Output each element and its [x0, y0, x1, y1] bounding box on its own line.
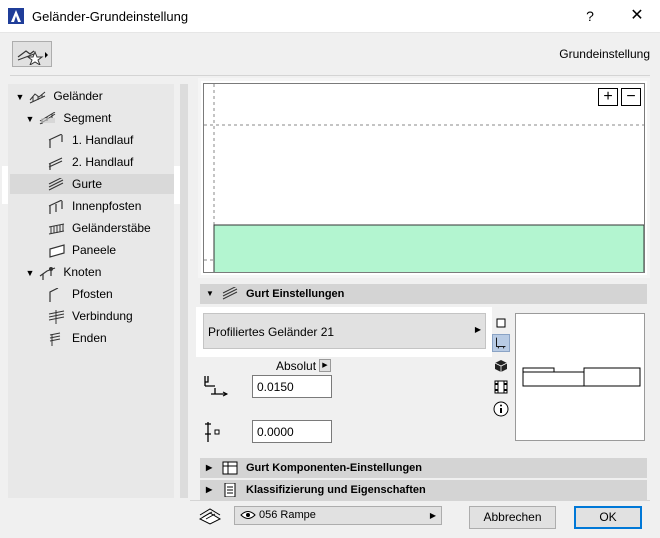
cancel-button[interactable]: Abbrechen — [469, 506, 556, 529]
window-title: Geländer-Grundeinstellung — [32, 9, 189, 24]
tree-item-gurte[interactable]: Gurte — [10, 174, 174, 194]
rail-icon — [222, 287, 238, 300]
preview-canvas[interactable]: + − — [203, 83, 645, 273]
archicad-app-icon — [8, 8, 24, 24]
title-bar: Geländer-Grundeinstellung ? ✕ — [0, 0, 660, 33]
tree-item-enden[interactable]: Enden — [48, 328, 107, 348]
tree-item-paneele[interactable]: Paneele — [48, 240, 116, 260]
collapse-icon[interactable]: ▼ — [24, 263, 36, 283]
collapse-icon[interactable]: ▼ — [14, 87, 26, 107]
tree-item-pfosten[interactable]: Pfosten — [48, 284, 113, 304]
absolut-label: Absolut — [276, 359, 317, 373]
section-gurt-komponenten[interactable]: ▶ Gurt Komponenten-Einstellungen — [200, 458, 647, 478]
view-3d-icon[interactable] — [492, 357, 510, 375]
favorites-star-icon — [17, 50, 48, 65]
tree-item-knoten[interactable]: ▼ Knoten — [24, 262, 101, 282]
node-icon — [39, 266, 56, 280]
connection-icon — [48, 309, 65, 324]
footer-separator — [190, 500, 650, 501]
close-button[interactable]: ✕ — [622, 4, 652, 28]
handrail-icon — [48, 157, 63, 170]
header-separator — [10, 75, 650, 76]
collapse-icon: ▼ — [206, 289, 214, 298]
offset-input[interactable]: 0.0150 — [252, 375, 332, 398]
ends-icon — [49, 332, 61, 346]
profile-shape-drawing — [522, 367, 641, 387]
tree-item-innenpfosten[interactable]: Innenpfosten — [48, 196, 141, 216]
railing-icon — [29, 91, 46, 104]
layer-icon — [198, 508, 222, 525]
height-input[interactable]: 0.0000 — [252, 420, 332, 443]
absolut-menu-button[interactable]: ▶ — [319, 359, 331, 372]
view-square-icon[interactable] — [492, 314, 510, 332]
offset-dimension-icon — [204, 376, 229, 397]
inner-post-icon — [48, 199, 63, 214]
components-icon — [222, 461, 238, 475]
tree-item-segment[interactable]: ▼ Segment — [24, 108, 112, 129]
post-icon — [49, 287, 59, 302]
zoom-out-button[interactable]: − — [621, 88, 641, 106]
profile-thumbnail — [515, 313, 645, 441]
eye-icon — [240, 511, 256, 519]
profile-selector[interactable]: Profiliertes Geländer 21 ▶ — [203, 313, 486, 349]
ok-button[interactable]: OK — [574, 506, 642, 529]
section-gurt-einstellungen[interactable]: ▼ Gurt Einstellungen — [200, 284, 647, 304]
layer-value: 056 Rampe — [259, 509, 316, 521]
rail-icon — [48, 177, 64, 191]
layer-dropdown[interactable]: 056 Rampe ▶ — [234, 506, 442, 525]
panel-icon — [49, 244, 65, 258]
grundeinstellung-label: Grundeinstellung — [559, 47, 650, 61]
tree-item-verbindung[interactable]: Verbindung — [48, 306, 133, 326]
tree-item-handlauf-1[interactable]: 1. Handlauf — [48, 130, 133, 150]
handrail-icon — [48, 133, 63, 148]
view-film-icon[interactable] — [492, 378, 510, 396]
document-icon — [224, 483, 236, 497]
favorites-button[interactable] — [12, 41, 52, 67]
balusters-icon — [48, 223, 65, 235]
chevron-right-icon: ▶ — [474, 325, 481, 334]
view-section-icon[interactable] — [492, 334, 510, 352]
segment-icon — [40, 111, 56, 125]
tree-item-gelaender[interactable]: ▼ Geländer — [14, 86, 103, 106]
help-button[interactable]: ? — [575, 4, 605, 28]
rail-fill — [213, 224, 644, 272]
tree-scrollbar[interactable] — [180, 84, 188, 498]
height-dimension-icon — [205, 422, 220, 442]
expand-icon: ▶ — [206, 463, 213, 472]
profile-value: Profiliertes Geländer 21 — [208, 325, 335, 339]
zoom-in-button[interactable]: + — [598, 88, 618, 106]
collapse-icon[interactable]: ▼ — [24, 109, 36, 129]
tree-item-handlauf-2[interactable]: 2. Handlauf — [48, 152, 133, 172]
tree-item-gelaenderstaebe[interactable]: Geländerstäbe — [48, 218, 151, 238]
info-icon[interactable] — [492, 400, 510, 418]
preview-drawing — [204, 84, 644, 272]
expand-icon: ▶ — [206, 485, 213, 494]
chevron-right-icon: ▶ — [429, 511, 436, 520]
section-klassifizierung[interactable]: ▶ Klassifizierung und Eigenschaften — [200, 480, 647, 500]
